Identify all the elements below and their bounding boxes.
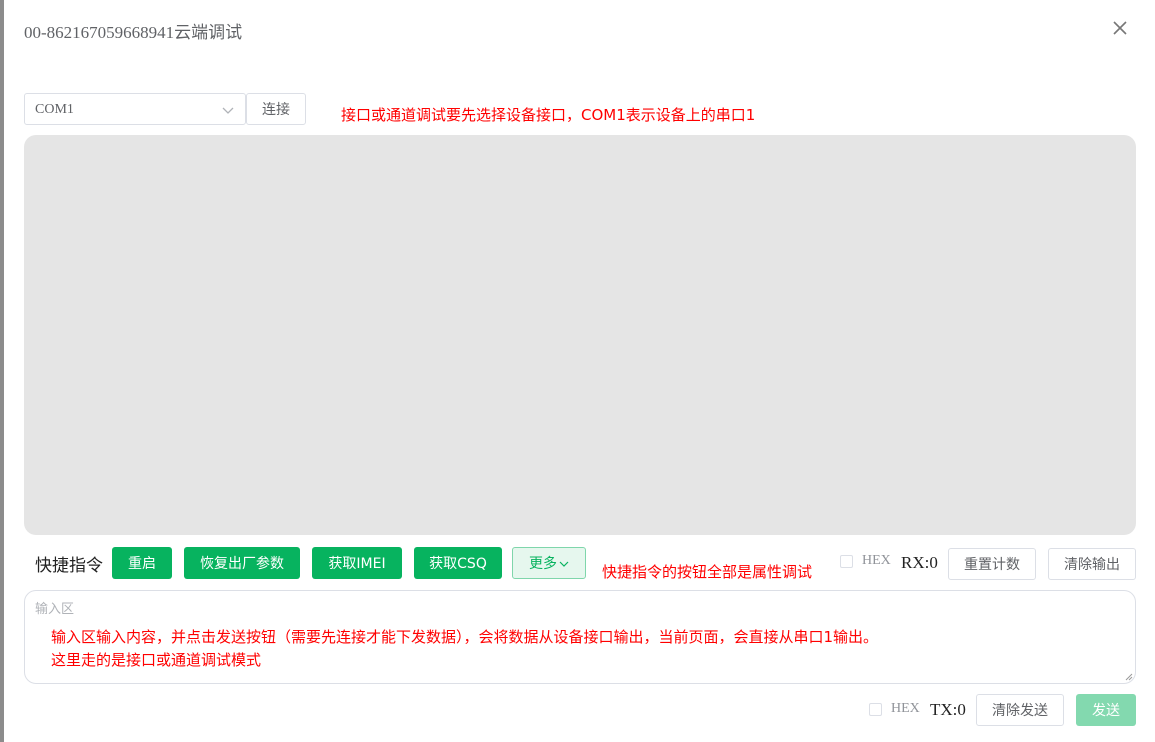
output-area[interactable] xyxy=(24,135,1136,535)
chevron-down-icon xyxy=(222,107,234,114)
input-annotation: 输入区输入内容，并点击发送按钮（需要先连接才能下发数据），会将数据从设备接口输出… xyxy=(51,626,878,672)
rx-hex-checkbox[interactable] xyxy=(840,555,853,568)
get-csq-button[interactable]: 获取CSQ xyxy=(414,547,502,579)
resize-handle-icon[interactable] xyxy=(1125,673,1133,681)
shortcut-annotation: 快捷指令的按钮全部是属性调试 xyxy=(602,563,813,581)
get-imei-button[interactable]: 获取IMEI xyxy=(312,547,402,579)
shortcut-label: 快捷指令 xyxy=(35,556,103,576)
tx-hex-label: HEX xyxy=(891,701,920,716)
tx-hex-checkbox[interactable] xyxy=(869,703,882,716)
port-select[interactable]: COM1 xyxy=(24,93,246,125)
more-button[interactable]: 更多 xyxy=(512,547,586,579)
reset-count-button[interactable]: 重置计数 xyxy=(948,548,1036,580)
close-button[interactable] xyxy=(1110,18,1130,38)
rx-counter: RX:0 xyxy=(901,553,938,572)
clear-send-button[interactable]: 清除发送 xyxy=(976,694,1064,726)
send-button[interactable]: 发送 xyxy=(1076,694,1136,726)
chevron-down-icon xyxy=(559,561,569,567)
factory-reset-button[interactable]: 恢复出厂参数 xyxy=(184,547,300,579)
more-button-label: 更多 xyxy=(529,556,557,572)
dialog-title: 00-862167059668941云端调试 xyxy=(24,23,243,42)
port-select-value: COM1 xyxy=(35,102,74,117)
input-annotation-line2: 这里走的是接口或通道调试模式 xyxy=(51,651,262,669)
close-icon xyxy=(1113,21,1127,35)
tx-counter: TX:0 xyxy=(930,700,966,719)
rx-hex-label: HEX xyxy=(862,553,891,568)
input-placeholder: 输入区 xyxy=(35,602,75,617)
port-annotation: 接口或通道调试要先选择设备接口，COM1表示设备上的串口1 xyxy=(341,106,756,124)
clear-output-button[interactable]: 清除输出 xyxy=(1048,548,1136,580)
input-annotation-line1: 输入区输入内容，并点击发送按钮（需要先连接才能下发数据），会将数据从设备接口输出… xyxy=(51,628,879,646)
window-edge xyxy=(0,0,4,742)
connect-button[interactable]: 连接 xyxy=(246,93,306,125)
restart-button[interactable]: 重启 xyxy=(112,547,172,579)
